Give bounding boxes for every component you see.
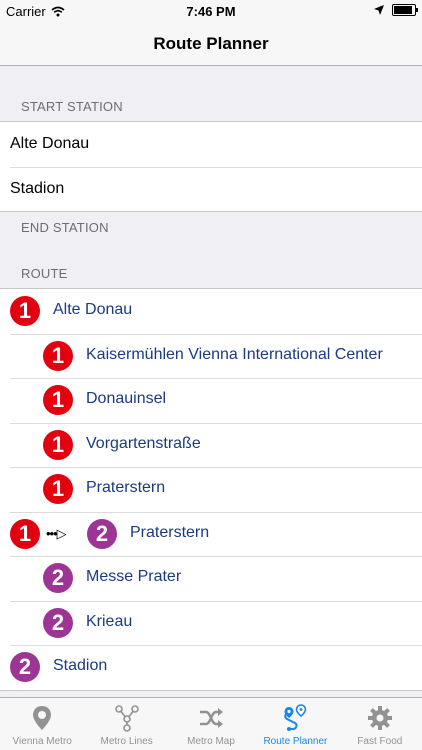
section-header-end: END STATION bbox=[21, 220, 109, 235]
page-title: Route Planner bbox=[153, 34, 269, 53]
route-station-name: Alte Donau bbox=[53, 301, 133, 318]
battery-icon bbox=[392, 4, 418, 16]
tab-metro-map[interactable]: Metro Map bbox=[169, 698, 253, 750]
tab-vienna-metro[interactable]: Vienna Metro bbox=[0, 698, 84, 750]
route-step[interactable]: 2 Stadion bbox=[0, 645, 422, 690]
route-step[interactable]: 1 Donauinsel bbox=[0, 378, 422, 423]
start-station-label: Stadion bbox=[10, 179, 65, 197]
section-header-route: ROUTE bbox=[21, 266, 68, 281]
route-step[interactable]: 2 Krieau bbox=[0, 600, 422, 646]
route-group: 1 Alte Donau 1 Kaisermühlen Vienna Inter… bbox=[0, 288, 422, 691]
route-transfer-step[interactable]: 1 •••▷ 2 Praterstern bbox=[0, 511, 422, 557]
tab-label: Route Planner bbox=[263, 736, 328, 747]
tab-label: Metro Map bbox=[187, 736, 235, 747]
tab-metro-lines[interactable]: Metro Lines bbox=[84, 698, 168, 750]
route-planner-table[interactable]: START STATION Alte Donau Stadion END STA… bbox=[0, 66, 422, 697]
line-u1-badge: 1 bbox=[43, 385, 73, 415]
route-station-name: Stadion bbox=[53, 657, 108, 674]
transfer-arrow-icon: •••▷ bbox=[46, 525, 67, 541]
tab-route-planner[interactable]: Route Planner bbox=[253, 698, 337, 750]
status-time: 7:46 PM bbox=[186, 4, 236, 19]
line-u2-badge: 2 bbox=[43, 607, 73, 638]
line-u2-badge: 2 bbox=[10, 652, 40, 682]
route-icon bbox=[284, 704, 307, 731]
route-station-name: Praterstern bbox=[130, 523, 210, 541]
start-station-label: Alte Donau bbox=[10, 135, 90, 152]
route-station-name: Donauinsel bbox=[86, 390, 167, 407]
line-u2-badge: 2 bbox=[43, 563, 73, 593]
route-step[interactable]: 1 Alte Donau bbox=[0, 289, 422, 334]
line-u1-badge: 1 bbox=[10, 296, 40, 326]
shuffle-icon bbox=[200, 708, 224, 728]
route-station-name: Messe Prater bbox=[86, 568, 182, 585]
gear-icon bbox=[367, 706, 392, 730]
line-u2-badge: 2 bbox=[87, 518, 117, 549]
navigation-bar: Route Planner bbox=[0, 22, 422, 66]
line-u1-badge: 1 bbox=[43, 340, 73, 371]
route-step[interactable]: 1 Praterstern bbox=[0, 467, 422, 512]
route-station-name: Praterstern bbox=[86, 479, 166, 496]
route-step[interactable]: 2 Messe Prater bbox=[0, 556, 422, 601]
start-station-group: Alte Donau Stadion bbox=[0, 121, 422, 212]
route-step[interactable]: 1 Vorgartenstraße bbox=[0, 422, 422, 468]
route-station-name: Krieau bbox=[86, 612, 133, 630]
start-station-cell[interactable]: Stadion bbox=[0, 166, 422, 212]
tab-label: Fast Food bbox=[357, 736, 403, 747]
tab-fast-food[interactable]: Fast Food bbox=[338, 698, 422, 750]
location-arrow-icon bbox=[374, 5, 384, 15]
tab-label: Vienna Metro bbox=[12, 736, 72, 747]
line-u1-badge: 1 bbox=[10, 518, 40, 549]
route-step[interactable]: 1 Kaisermühlen Vienna International Cent… bbox=[0, 333, 422, 379]
line-u1-badge: 1 bbox=[43, 474, 73, 504]
status-bar: Carrier 7:46 PM bbox=[0, 0, 422, 22]
start-station-cell[interactable]: Alte Donau bbox=[0, 122, 422, 167]
line-u1-badge: 1 bbox=[43, 429, 73, 460]
route-station-name: Kaisermühlen Vienna International Center bbox=[86, 345, 383, 363]
lines-graph-icon bbox=[114, 705, 139, 732]
tab-label: Metro Lines bbox=[100, 736, 153, 747]
route-station-name: Vorgartenstraße bbox=[86, 434, 201, 452]
tab-bar: Vienna Metro Metro Lines Metro Map Route… bbox=[0, 697, 422, 750]
section-header-start: START STATION bbox=[21, 99, 123, 114]
map-pin-icon bbox=[33, 706, 52, 730]
